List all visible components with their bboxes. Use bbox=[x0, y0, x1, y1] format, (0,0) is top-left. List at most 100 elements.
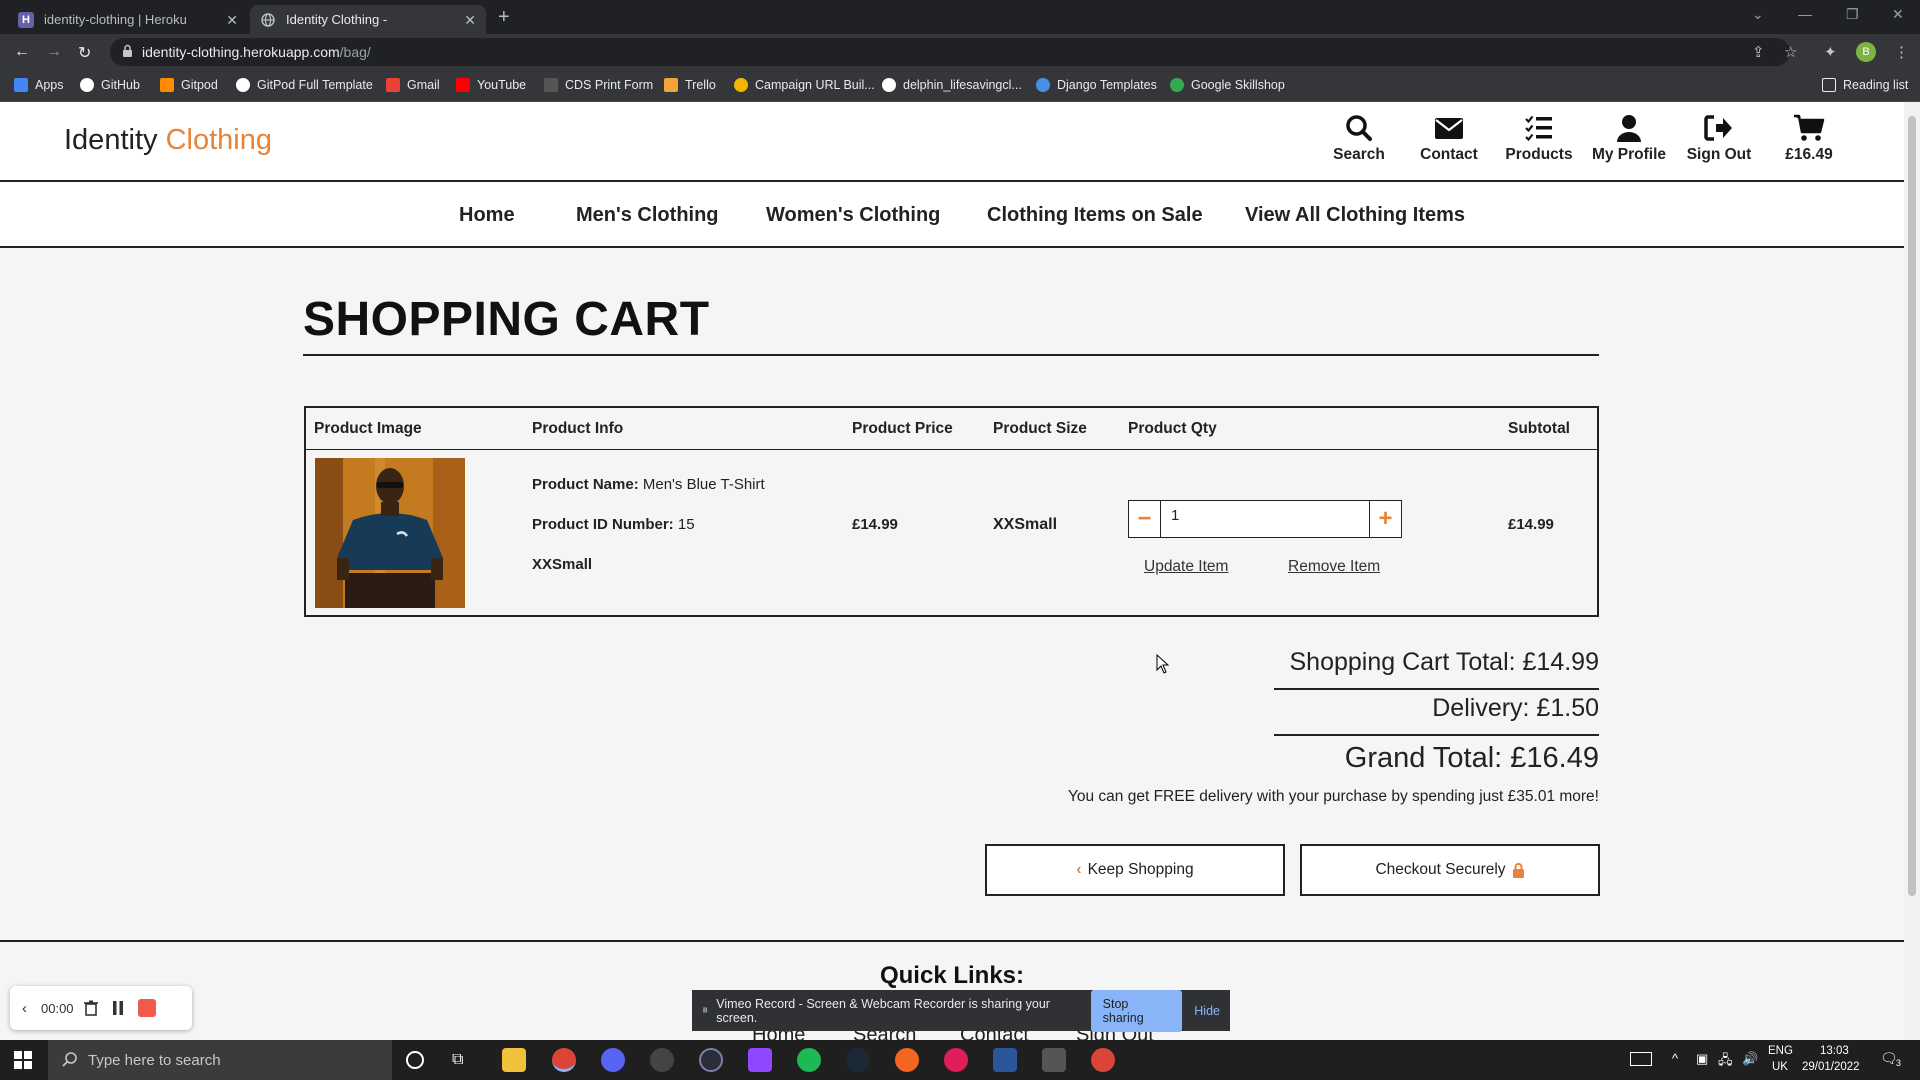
forward-icon[interactable]: → bbox=[46, 43, 62, 61]
product-image[interactable] bbox=[315, 458, 465, 608]
site-logo[interactable]: Identity Clothing bbox=[64, 124, 272, 157]
keep-shopping-button[interactable]: ‹ Keep Shopping bbox=[985, 844, 1285, 896]
bookmark-gmail[interactable]: Gmail bbox=[386, 78, 440, 92]
close-tab-icon[interactable]: ✕ bbox=[226, 12, 238, 29]
user-icon bbox=[1617, 115, 1641, 142]
word-icon[interactable] bbox=[993, 1048, 1017, 1072]
header-contact[interactable]: Contact bbox=[1404, 114, 1494, 164]
increment-button[interactable]: + bbox=[1369, 501, 1401, 537]
tab-search-icon[interactable]: ⌄ bbox=[1752, 6, 1764, 23]
slack-icon[interactable] bbox=[944, 1048, 968, 1072]
recorder-widget: ‹ 00:00 bbox=[10, 986, 192, 1030]
chrome-icon[interactable] bbox=[552, 1048, 576, 1072]
chrome-icon[interactable] bbox=[1091, 1048, 1115, 1072]
twitch-icon[interactable] bbox=[748, 1048, 772, 1072]
clock-time[interactable]: 13:03 bbox=[1820, 1045, 1849, 1057]
restore-icon[interactable]: ❐ bbox=[1846, 6, 1859, 23]
clock-date[interactable]: 29/01/2022 bbox=[1802, 1061, 1860, 1073]
stop-recording-button[interactable] bbox=[137, 999, 156, 1017]
network-icon[interactable]: 🖧 bbox=[1718, 1051, 1733, 1073]
google-icon bbox=[1170, 78, 1184, 92]
bookmark-gitpod[interactable]: Gitpod bbox=[160, 78, 218, 92]
app-icon[interactable] bbox=[650, 1048, 674, 1072]
webpage: Identity Clothing Search Contact Product… bbox=[0, 102, 1904, 1040]
update-item-link[interactable]: Update Item bbox=[1144, 558, 1228, 576]
browser-tab-bar: H identity-clothing | Heroku ✕ Identity … bbox=[0, 0, 1920, 34]
footer-divider bbox=[0, 940, 1904, 942]
tab-heroku[interactable]: H identity-clothing | Heroku ✕ bbox=[8, 5, 248, 34]
cart-icon bbox=[1794, 114, 1825, 141]
close-window-icon[interactable]: ✕ bbox=[1892, 6, 1904, 23]
header-products[interactable]: Products bbox=[1494, 114, 1584, 164]
windows-start-icon[interactable] bbox=[14, 1051, 32, 1069]
nav-view-all[interactable]: View All Clothing Items bbox=[1245, 204, 1465, 227]
sign-out-icon bbox=[1704, 115, 1732, 141]
bookmark-youtube[interactable]: YouTube bbox=[456, 78, 526, 92]
bookmark-github[interactable]: GitHub bbox=[80, 78, 140, 92]
collapse-icon[interactable]: ‹ bbox=[22, 1000, 27, 1017]
bookmark-gitpod-template[interactable]: GitPod Full Template bbox=[236, 78, 373, 92]
menu-icon[interactable]: ⋮ bbox=[1894, 43, 1909, 61]
trash-icon[interactable] bbox=[83, 1000, 98, 1016]
header-my-profile[interactable]: My Profile bbox=[1584, 114, 1674, 164]
nav-items-on-sale[interactable]: Clothing Items on Sale bbox=[987, 204, 1203, 227]
page-scrollbar[interactable] bbox=[1904, 102, 1920, 1040]
taskbar-search[interactable]: Type here to search bbox=[48, 1040, 392, 1080]
close-tab-icon[interactable]: ✕ bbox=[464, 12, 476, 29]
spotify-icon[interactable] bbox=[797, 1048, 821, 1072]
bookmark-star-icon[interactable]: ☆ bbox=[1784, 43, 1797, 61]
back-icon[interactable]: ← bbox=[14, 43, 30, 61]
file-explorer-icon[interactable] bbox=[502, 1048, 526, 1072]
decrement-button[interactable]: − bbox=[1129, 501, 1161, 537]
discord-icon[interactable] bbox=[601, 1048, 625, 1072]
bookmark-label: GitPod Full Template bbox=[257, 78, 373, 92]
quantity-input[interactable]: 1 bbox=[1161, 501, 1369, 537]
scrollbar-thumb[interactable] bbox=[1908, 116, 1916, 896]
app-icon[interactable] bbox=[1042, 1048, 1066, 1072]
hide-button[interactable]: Hide bbox=[1194, 1004, 1220, 1018]
bookmark-skillshop[interactable]: Google Skillshop bbox=[1170, 78, 1285, 92]
bookmark-cds[interactable]: CDS Print Form bbox=[544, 78, 653, 92]
header-sign-out[interactable]: Sign Out bbox=[1674, 114, 1764, 164]
header-cart[interactable]: £16.49 bbox=[1764, 114, 1854, 164]
bookmark-django[interactable]: Django Templates bbox=[1036, 78, 1157, 92]
nav-womens-clothing[interactable]: Women's Clothing bbox=[766, 204, 940, 227]
volume-icon[interactable]: 🔊 bbox=[1742, 1051, 1758, 1067]
app-icon[interactable] bbox=[699, 1048, 723, 1072]
reading-list[interactable]: Reading list bbox=[1822, 78, 1908, 92]
tray-icon[interactable]: ▣ bbox=[1696, 1051, 1708, 1067]
pause-icon[interactable] bbox=[112, 1001, 124, 1015]
bookmark-delphin[interactable]: delphin_lifesavingcl... bbox=[882, 78, 1022, 92]
task-view-icon[interactable]: ⧉ bbox=[452, 1051, 463, 1069]
windows-taskbar: Type here to search ⧉ ^ ▣ 🖧 🔊 ENG UK 13:… bbox=[0, 1040, 1920, 1080]
chevron-up-icon[interactable]: ^ bbox=[1672, 1051, 1678, 1066]
keep-shopping-label: Keep Shopping bbox=[1087, 861, 1194, 878]
extensions-icon[interactable]: ✦ bbox=[1824, 43, 1837, 61]
share-icon[interactable]: ⇪ bbox=[1752, 43, 1765, 61]
profile-avatar[interactable]: B bbox=[1856, 42, 1876, 62]
bookmark-apps[interactable]: Apps bbox=[14, 78, 64, 92]
nav-mens-clothing[interactable]: Men's Clothing bbox=[576, 204, 719, 227]
steam-icon[interactable] bbox=[846, 1048, 870, 1072]
cortana-icon[interactable] bbox=[406, 1051, 424, 1069]
tab-identity-clothing[interactable]: Identity Clothing - ✕ bbox=[250, 5, 486, 34]
list-icon bbox=[1525, 115, 1552, 142]
stop-sharing-button[interactable]: Stop sharing bbox=[1090, 989, 1183, 1032]
delivery-cost: Delivery: £1.50 bbox=[1432, 694, 1599, 722]
header-search[interactable]: Search bbox=[1314, 114, 1404, 164]
keyboard-icon[interactable] bbox=[1630, 1052, 1652, 1066]
address-bar[interactable]: identity-clothing.herokuapp.com/bag/ bbox=[110, 38, 1790, 66]
drag-handle-icon[interactable]: ⏸ bbox=[702, 1003, 708, 1018]
new-tab-button[interactable]: + bbox=[498, 6, 510, 29]
nav-home[interactable]: Home bbox=[459, 204, 515, 227]
region[interactable]: UK bbox=[1772, 1061, 1788, 1073]
bookmark-trello[interactable]: Trello bbox=[664, 78, 716, 92]
origin-icon[interactable] bbox=[895, 1048, 919, 1072]
minimize-icon[interactable]: — bbox=[1798, 6, 1812, 22]
reload-icon[interactable]: ↻ bbox=[78, 43, 91, 63]
bookmark-campaign[interactable]: Campaign URL Buil... bbox=[734, 78, 875, 92]
language[interactable]: ENG bbox=[1768, 1045, 1793, 1057]
checkout-button[interactable]: Checkout Securely bbox=[1300, 844, 1600, 896]
remove-item-link[interactable]: Remove Item bbox=[1288, 558, 1380, 576]
bookmark-label: Google Skillshop bbox=[1191, 78, 1285, 92]
